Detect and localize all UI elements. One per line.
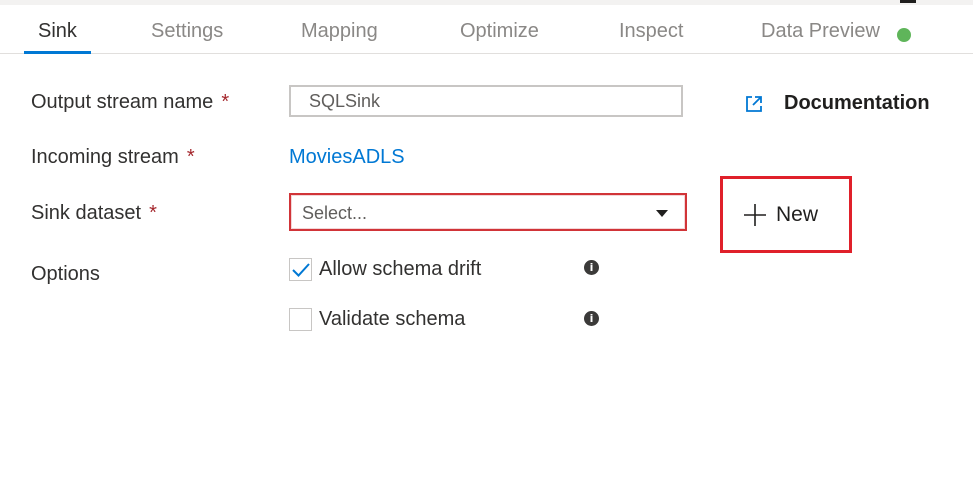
allow-schema-drift-checkbox[interactable] (289, 258, 312, 281)
tab-sink[interactable]: Sink (38, 5, 77, 53)
new-dataset-button[interactable]: New (720, 176, 852, 253)
caret-down-icon (656, 210, 668, 217)
options-label: Options (31, 263, 100, 285)
top-strip-mark (900, 0, 916, 3)
output-stream-field-box (289, 85, 683, 117)
allow-schema-drift-label[interactable]: Allow schema drift (319, 258, 481, 281)
required-marker: * (221, 91, 230, 113)
tab-mapping[interactable]: Mapping (301, 5, 378, 53)
incoming-stream-link[interactable]: MoviesADLS (289, 146, 405, 169)
status-dot-icon (897, 28, 911, 42)
incoming-stream-label: Incoming stream * (31, 146, 195, 169)
sink-dataset-placeholder: Select... (302, 203, 368, 223)
sink-dataset-dropdown[interactable]: Select... (289, 193, 687, 231)
required-marker: * (186, 146, 195, 168)
info-icon[interactable]: i (584, 260, 599, 275)
tab-optimize[interactable]: Optimize (460, 5, 539, 53)
sink-dataset-label: Sink dataset * (31, 202, 157, 225)
validate-schema-checkbox[interactable] (289, 308, 312, 331)
documentation-label: Documentation (784, 92, 930, 114)
required-marker: * (149, 202, 157, 224)
checkmark-icon (292, 263, 310, 277)
tab-data-preview[interactable]: Data Preview (761, 5, 880, 53)
output-stream-label: Output stream name * (31, 91, 229, 114)
tab-inspect[interactable]: Inspect (619, 5, 683, 53)
validate-schema-label[interactable]: Validate schema (319, 308, 465, 331)
incoming-stream-label-text: Incoming stream (31, 146, 179, 168)
new-button-label: New (776, 203, 819, 226)
active-tab-indicator (24, 51, 91, 54)
plus-icon (744, 204, 766, 226)
output-stream-label-text: Output stream name (31, 91, 214, 113)
tab-settings[interactable]: Settings (151, 5, 223, 53)
output-stream-input[interactable] (291, 87, 681, 115)
external-link-icon (746, 96, 762, 112)
info-icon[interactable]: i (584, 311, 599, 326)
tab-bar: Sink Settings Mapping Optimize Inspect D… (0, 5, 973, 54)
sink-dataset-label-text: Sink dataset (31, 202, 142, 224)
